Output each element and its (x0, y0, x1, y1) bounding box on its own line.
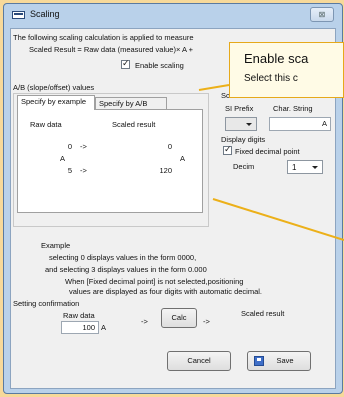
scaled-result-value-2[interactable]: 120 (128, 166, 172, 175)
arrow-2: -> (80, 166, 87, 175)
raw-unit: A (60, 154, 66, 163)
setting-confirmation-label: Setting confirmation (13, 299, 80, 308)
save-icon (254, 356, 264, 366)
window-title: Scaling (30, 9, 60, 19)
close-button[interactable]: ⊠ (310, 7, 334, 22)
scaled-result-header: Scaled result (112, 120, 156, 129)
decimal-value: 1 (292, 163, 297, 172)
confirm-raw-data-label: Raw data (63, 311, 95, 320)
decimal-label: Decim (233, 162, 255, 171)
example-line-4: values are displayed as four digits with… (69, 287, 263, 296)
display-digits-label: Display digits (221, 135, 266, 144)
example-line-1: selecting 0 displays values in the form … (49, 253, 197, 262)
confirm-arrow-2: -> (203, 317, 210, 326)
char-string-label: Char. String (273, 104, 313, 113)
confirm-scaled-result-label: Scaled result (241, 309, 285, 318)
fixed-decimal-checkbox[interactable] (223, 144, 232, 155)
enable-scaling-checkbox[interactable] (121, 58, 130, 69)
example-line-2: and selecting 3 displays values in the f… (45, 265, 207, 274)
tab-specify-by-example[interactable]: Specify by example (17, 95, 95, 110)
cancel-button[interactable]: Cancel (167, 351, 231, 371)
callout-tooltip: Enable sca Select this c (229, 42, 344, 98)
scaled-unit: A (180, 154, 186, 163)
scaled-result-value-1[interactable]: 0 (128, 142, 172, 151)
specify-by-example-panel: Raw data Scaled result 0 -> 0 A A 5 -> 1… (17, 109, 203, 213)
si-prefix-label: SI Prefix (225, 104, 254, 113)
fixed-decimal-label: Fixed decimal point (235, 147, 300, 156)
title-bar[interactable]: Scaling ⊠ (4, 4, 342, 26)
calc-button[interactable]: Calc (161, 308, 197, 328)
arrow-1: -> (80, 142, 87, 151)
callout-description: Select this c (244, 73, 298, 84)
confirm-arrow-1: -> (141, 317, 148, 326)
decimal-select[interactable]: 1 (287, 160, 323, 174)
si-prefix-select[interactable] (225, 117, 257, 131)
tab-specify-by-ab[interactable]: Specify by A/B (95, 97, 167, 109)
callout-title: Enable sca (244, 51, 309, 66)
example-line-3: When [Fixed decimal point] is not select… (65, 277, 244, 286)
chevron-down-icon (246, 123, 252, 126)
raw-data-header: Raw data (30, 120, 62, 129)
char-string-input[interactable]: A (269, 117, 331, 131)
example-heading: Example (41, 241, 71, 250)
window-icon (12, 11, 25, 19)
save-button-label: Save (276, 356, 294, 365)
save-button[interactable]: Save (247, 351, 311, 371)
chevron-down-icon (312, 166, 318, 169)
ab-values-label: A/B (slope/offset) values (13, 83, 95, 92)
confirm-raw-unit: A (101, 323, 107, 332)
enable-scaling-label: Enable scaling (135, 61, 184, 70)
formula-text: Scaled Result = Raw data (measured value… (29, 45, 194, 54)
confirm-raw-data-input[interactable]: 100 (61, 321, 99, 334)
raw-data-value-1[interactable]: 0 (32, 142, 72, 151)
intro-text: The following scaling calculation is app… (13, 33, 194, 42)
raw-data-value-2[interactable]: 5 (32, 166, 72, 175)
